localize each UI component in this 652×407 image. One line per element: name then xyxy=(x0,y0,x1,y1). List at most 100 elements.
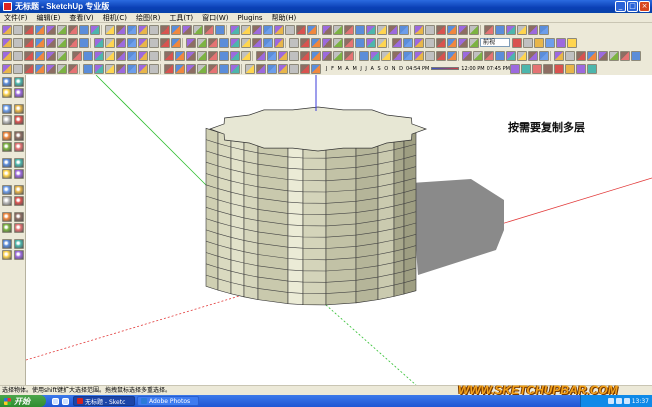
section-icon[interactable] xyxy=(14,196,24,206)
style-tool-icon-7[interactable] xyxy=(68,63,78,74)
edit-tool-icon-27[interactable] xyxy=(300,37,310,48)
draw-tool-icon-27[interactable] xyxy=(300,50,310,61)
draw-tool-icon-25[interactable] xyxy=(278,50,288,61)
standard-tool-icon-5[interactable] xyxy=(46,24,56,35)
edit-tool-icon-23[interactable] xyxy=(252,37,262,48)
draw-tool-icon-14[interactable] xyxy=(149,50,159,61)
style-tool-icon-26[interactable] xyxy=(289,63,299,74)
extra-tool-icon-5[interactable] xyxy=(553,63,564,74)
view-tool-icon-6[interactable] xyxy=(567,37,577,48)
edit-tool-icon-35[interactable] xyxy=(392,37,402,48)
maximize-button[interactable]: □ xyxy=(627,1,638,12)
standard-tool-icon-2[interactable] xyxy=(13,24,23,35)
circle-icon[interactable] xyxy=(14,104,24,114)
standard-tool-icon-13[interactable] xyxy=(138,24,148,35)
edit-tool-icon-29[interactable] xyxy=(322,37,332,48)
standard-tool-icon-30[interactable] xyxy=(333,24,343,35)
text-icon[interactable] xyxy=(14,185,24,195)
draw-tool-icon-54[interactable] xyxy=(609,50,619,61)
standard-tool-icon-32[interactable] xyxy=(355,24,365,35)
draw-tool-icon-20[interactable] xyxy=(219,50,229,61)
draw-tool-icon-7[interactable] xyxy=(72,50,82,61)
push-pull-icon[interactable] xyxy=(2,131,12,141)
style-tool-icon-16[interactable] xyxy=(175,63,185,74)
extra-tool-icon-8[interactable] xyxy=(586,63,597,74)
draw-tool-icon-33[interactable] xyxy=(370,50,380,61)
style-tool-icon-9[interactable] xyxy=(94,63,104,74)
standard-tool-icon-22[interactable] xyxy=(241,24,251,35)
menu-view[interactable]: 查看(V) xyxy=(65,13,98,23)
scene-select[interactable]: 前视 xyxy=(480,38,510,47)
menu-plugins[interactable]: Plugins xyxy=(233,14,267,22)
draw-tool-icon-24[interactable] xyxy=(267,50,277,61)
draw-tool-icon-22[interactable] xyxy=(241,50,251,61)
zoom-extents-icon[interactable] xyxy=(2,239,12,249)
draw-tool-icon-56[interactable] xyxy=(631,50,641,61)
draw-tool-icon-9[interactable] xyxy=(94,50,104,61)
style-tool-icon-11[interactable] xyxy=(116,63,126,74)
edit-tool-icon-17[interactable] xyxy=(186,37,196,48)
draw-tool-icon-8[interactable] xyxy=(83,50,93,61)
edit-tool-icon-14[interactable] xyxy=(149,37,159,48)
draw-tool-icon-29[interactable] xyxy=(322,50,332,61)
standard-tool-icon-35[interactable] xyxy=(388,24,398,35)
extra-tool-icon-6[interactable] xyxy=(564,63,575,74)
edit-tool-icon-15[interactable] xyxy=(160,37,170,48)
standard-tool-icon-25[interactable] xyxy=(274,24,284,35)
orbit-icon[interactable] xyxy=(2,212,12,222)
draw-tool-icon-2[interactable] xyxy=(13,50,23,61)
menu-edit[interactable]: 编辑(E) xyxy=(33,13,66,23)
standard-tool-icon-12[interactable] xyxy=(127,24,137,35)
style-tool-icon-2[interactable] xyxy=(13,63,23,74)
standard-tool-icon-46[interactable] xyxy=(517,24,527,35)
draw-tool-icon-55[interactable] xyxy=(620,50,630,61)
standard-tool-icon-38[interactable] xyxy=(425,24,435,35)
style-tool-icon-13[interactable] xyxy=(138,63,148,74)
edit-tool-icon-7[interactable] xyxy=(68,37,78,48)
standard-tool-icon-36[interactable] xyxy=(399,24,409,35)
style-tool-icon-22[interactable] xyxy=(245,63,255,74)
zoom-icon[interactable] xyxy=(2,223,12,233)
edit-tool-icon-8[interactable] xyxy=(79,37,89,48)
standard-tool-icon-18[interactable] xyxy=(193,24,203,35)
standard-tool-icon-33[interactable] xyxy=(366,24,376,35)
scale-icon[interactable] xyxy=(2,158,12,168)
edit-tool-icon-6[interactable] xyxy=(57,37,67,48)
draw-tool-icon-44[interactable] xyxy=(495,50,505,61)
style-tool-icon-10[interactable] xyxy=(105,63,115,74)
standard-tool-icon-39[interactable] xyxy=(436,24,446,35)
standard-tool-icon-10[interactable] xyxy=(105,24,115,35)
minimize-button[interactable]: _ xyxy=(615,1,626,12)
standard-tool-icon-24[interactable] xyxy=(263,24,273,35)
menu-file[interactable]: 文件(F) xyxy=(0,13,33,23)
draw-tool-icon-53[interactable] xyxy=(598,50,608,61)
select-icon[interactable] xyxy=(2,77,12,87)
standard-tool-icon-11[interactable] xyxy=(116,24,126,35)
draw-tool-icon-19[interactable] xyxy=(208,50,218,61)
style-tool-icon-3[interactable] xyxy=(24,63,34,74)
style-tool-icon-23[interactable] xyxy=(256,63,266,74)
taskbar-item-photoshop[interactable]: Adobe Photos xyxy=(137,396,199,406)
standard-tool-icon-3[interactable] xyxy=(24,24,34,35)
view-tool-icon-2[interactable] xyxy=(523,37,533,48)
edit-tool-icon-40[interactable] xyxy=(447,37,457,48)
style-tool-icon-20[interactable] xyxy=(219,63,229,74)
standard-tool-icon-19[interactable] xyxy=(204,24,214,35)
edit-tool-icon-38[interactable] xyxy=(425,37,435,48)
start-button[interactable]: 开始 xyxy=(0,395,46,407)
arc-icon[interactable] xyxy=(2,115,12,125)
ie-icon[interactable] xyxy=(52,397,59,405)
edit-tool-icon-12[interactable] xyxy=(127,37,137,48)
edit-tool-icon-9[interactable] xyxy=(94,37,104,48)
edit-tool-icon-34[interactable] xyxy=(377,37,387,48)
standard-tool-icon-44[interactable] xyxy=(495,24,505,35)
polygon-icon[interactable] xyxy=(14,115,24,125)
draw-tool-icon-39[interactable] xyxy=(436,50,446,61)
draw-tool-icon-36[interactable] xyxy=(403,50,413,61)
edit-tool-icon-28[interactable] xyxy=(311,37,321,48)
draw-tool-icon-35[interactable] xyxy=(392,50,402,61)
draw-tool-icon-28[interactable] xyxy=(311,50,321,61)
edit-tool-icon-20[interactable] xyxy=(219,37,229,48)
standard-tool-icon-31[interactable] xyxy=(344,24,354,35)
standard-tool-icon-14[interactable] xyxy=(149,24,159,35)
